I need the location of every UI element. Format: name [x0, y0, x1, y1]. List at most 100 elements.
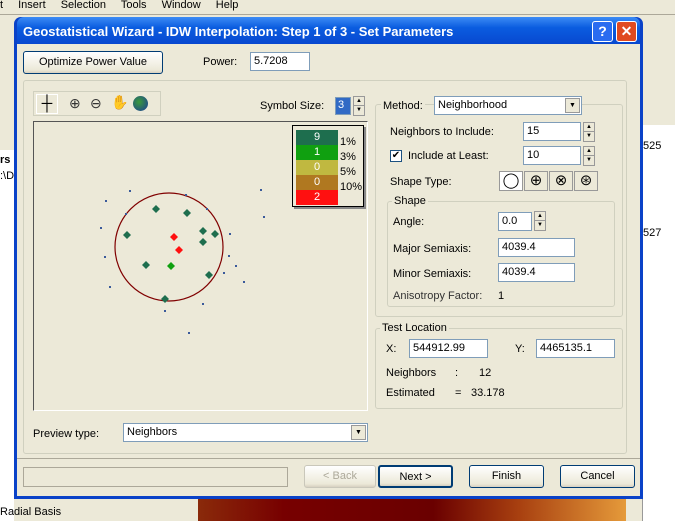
neighbor-point [199, 227, 207, 235]
data-point [229, 233, 231, 235]
toc-label: rs [0, 154, 11, 166]
legend-percent: 10% [340, 181, 363, 193]
toc-panel: rs :\D Radial Basis [0, 150, 61, 521]
data-point [260, 189, 262, 191]
x-label: X: [386, 343, 397, 355]
neighbor-point [175, 246, 183, 254]
menu-item[interactable]: t [0, 0, 3, 11]
cancel-button[interactable]: Cancel [560, 465, 635, 488]
shape-type-label: Shape Type: [390, 176, 452, 188]
neighbor-point [152, 205, 160, 213]
menu-help[interactable]: Help [216, 0, 239, 11]
data-point [202, 303, 204, 305]
include-at-least-input[interactable]: 10 [523, 146, 581, 165]
legend-count: 2 [296, 190, 338, 205]
help-button[interactable]: ? [592, 21, 613, 42]
preview-type-label: Preview type: [33, 428, 100, 440]
zoom-in-icon[interactable]: ⊕ [69, 95, 81, 112]
map-label: 525 [643, 140, 662, 152]
y-label: Y: [515, 343, 525, 355]
dialog-client: Optimize Power Value Power: 5.7208 ┼ ⊕ ⊖… [17, 44, 640, 496]
symbol-size-spinner[interactable]: ▲ ▼ [353, 96, 365, 116]
separator: = [455, 387, 462, 399]
data-point [243, 281, 245, 283]
separator: : [455, 367, 459, 379]
data-point [129, 190, 131, 192]
legend-percent: 3% [340, 151, 356, 163]
symbol-size-label: Symbol Size: [260, 100, 325, 112]
anisotropy-label: Anisotropy Factor: [393, 290, 483, 302]
preview-type-value: Neighbors [127, 426, 178, 438]
power-label: Power: [203, 56, 238, 68]
estimated-label: Estimated [386, 387, 435, 399]
menu-tools[interactable]: Tools [121, 0, 147, 11]
four-sector-offset-shape-icon[interactable]: ⊗ [549, 171, 573, 191]
angle-spinner[interactable]: ▲ ▼ [534, 211, 546, 231]
toc-path: :\D [0, 170, 15, 182]
divider [0, 14, 675, 15]
include-at-least-spinner[interactable]: ▲ ▼ [583, 146, 595, 166]
data-point [228, 255, 230, 257]
geostatistical-wizard-dialog: Geostatistical Wizard - IDW Interpolatio… [14, 17, 643, 499]
data-point [206, 208, 208, 210]
power-input[interactable]: 5.7208 [250, 52, 310, 71]
neighbor-point [183, 209, 191, 217]
close-button[interactable]: ✕ [616, 21, 637, 42]
finish-button[interactable]: Finish [469, 465, 544, 488]
minor-semiaxis-label: Minor Semiaxis: [393, 268, 472, 280]
preview-type-select[interactable]: Neighbors ▼ [123, 423, 368, 442]
data-point [263, 216, 265, 218]
neighbor-point [142, 261, 150, 269]
neighbor-point [123, 231, 131, 239]
map-view: 525 527 [642, 125, 675, 521]
major-semiaxis-label: Major Semiaxis: [393, 243, 472, 255]
full-extent-globe-icon[interactable] [133, 96, 148, 111]
four-sector-shape-icon[interactable]: ⊕ [524, 171, 548, 191]
neighbors-input[interactable]: 15 [523, 122, 581, 141]
data-point [235, 265, 237, 267]
data-point [104, 256, 106, 258]
menubar: t Insert Selection Tools Window Help [0, 0, 675, 14]
legend-percent: 5% [340, 166, 356, 178]
dialog-title: Geostatistical Wizard - IDW Interpolatio… [23, 24, 454, 39]
method-label: Method: [381, 100, 425, 112]
map-surface [198, 497, 626, 521]
data-point [100, 227, 102, 229]
data-point [105, 200, 107, 202]
menu-window[interactable]: Window [162, 0, 201, 11]
y-input[interactable]: 4465135.1 [536, 339, 615, 358]
minor-semiaxis-input[interactable]: 4039.4 [498, 263, 575, 282]
include-at-least-checkbox[interactable]: ✔ [390, 150, 402, 162]
neighbor-point [205, 271, 213, 279]
toc-layer[interactable]: Radial Basis [0, 506, 80, 518]
neighbor-point [161, 295, 169, 303]
legend-percent: 1% [340, 136, 356, 148]
neighbors-count: 12 [479, 367, 492, 379]
eight-sector-shape-icon[interactable]: ⊛ [574, 171, 598, 191]
angle-input[interactable]: 0.0 [498, 212, 532, 231]
neighbors-spinner[interactable]: ▲ ▼ [583, 122, 595, 142]
zoom-out-icon[interactable]: ⊖ [90, 95, 102, 112]
data-point [185, 194, 187, 196]
optimize-power-button[interactable]: Optimize Power Value [23, 51, 163, 74]
menu-selection[interactable]: Selection [61, 0, 106, 11]
pan-hand-icon[interactable]: ✋ [111, 94, 128, 111]
preview-panel[interactable]: 9 1% 1 3% 0 5% 0 10% 2 [33, 121, 368, 411]
symbol-size-input[interactable]: 3 [335, 97, 351, 115]
back-button[interactable]: < Back [304, 465, 376, 488]
next-button[interactable]: Next > [378, 465, 453, 488]
x-input[interactable]: 544912.99 [409, 339, 488, 358]
neighbors-count-label: Neighbors [386, 367, 437, 379]
menu-insert[interactable]: Insert [18, 0, 46, 11]
method-select[interactable]: Neighborhood ▼ [434, 96, 582, 115]
estimated-value: 33.178 [471, 387, 505, 399]
chevron-down-icon[interactable]: ▼ [565, 98, 580, 113]
data-point [125, 213, 127, 215]
data-point [188, 332, 190, 334]
select-tool-icon[interactable]: ┼ [36, 94, 58, 114]
major-semiaxis-input[interactable]: 4039.4 [498, 238, 575, 257]
ellipse-shape-icon[interactable]: ◯ [499, 171, 523, 191]
divider [17, 458, 640, 459]
title-bar: Geostatistical Wizard - IDW Interpolatio… [17, 17, 640, 44]
chevron-down-icon[interactable]: ▼ [351, 425, 366, 440]
